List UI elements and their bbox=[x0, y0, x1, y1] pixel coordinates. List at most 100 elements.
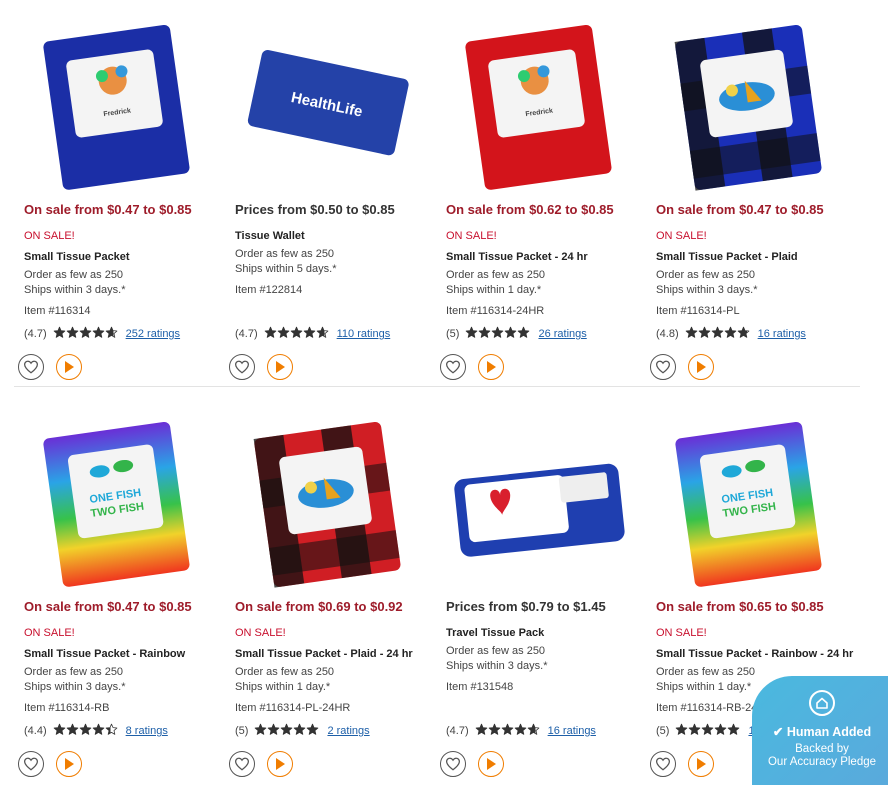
min-order: Order as few as 250 bbox=[24, 269, 124, 281]
product-price: On sale from $0.47 to $0.85 bbox=[24, 202, 192, 217]
star-icon bbox=[714, 723, 727, 739]
product-card[interactable]: ONE FISH TWO FISH On sale from $0.47 to $0… bbox=[18, 397, 224, 785]
rating-score: (4.7) bbox=[446, 725, 469, 737]
ratings-link[interactable]: 8 ratings bbox=[126, 725, 168, 737]
product-card[interactable]: Fredrick On sale from $0.47 to $0.85 ON SA… bbox=[18, 0, 224, 397]
heart-icon bbox=[655, 360, 671, 374]
quick-view-button[interactable] bbox=[478, 354, 504, 380]
favorite-button[interactable] bbox=[440, 751, 466, 777]
product-price: On sale from $0.65 to $0.85 bbox=[656, 599, 824, 614]
rating-score: (5) bbox=[235, 725, 249, 737]
favorite-button[interactable] bbox=[18, 751, 44, 777]
heart-icon bbox=[23, 360, 39, 374]
ratings-link[interactable]: 110 ratings bbox=[337, 328, 391, 340]
product-rating: (4.4) 8 ratings bbox=[24, 723, 168, 739]
product-image[interactable]: HealthLife bbox=[235, 14, 425, 194]
product-meta: ON SALE! Small Tissue Packet - 24 hr Order… bbox=[446, 229, 588, 319]
star-icon bbox=[66, 326, 79, 342]
product-card[interactable]: Prices from $0.79 to $1.45 Travel Tissue … bbox=[440, 397, 646, 785]
play-icon bbox=[697, 758, 706, 770]
product-image[interactable]: ONE FISH TWO FISH bbox=[24, 411, 214, 591]
star-icon bbox=[488, 723, 501, 739]
ship-time: Ships within 1 day.* bbox=[446, 284, 542, 296]
favorite-button[interactable] bbox=[650, 354, 676, 380]
product-rating: (4.7) 252 ratings bbox=[24, 326, 180, 342]
product-price: Prices from $0.79 to $1.45 bbox=[446, 599, 606, 614]
quick-view-button[interactable] bbox=[478, 751, 504, 777]
heart-icon bbox=[234, 360, 250, 374]
on-sale-badge: ON SALE! bbox=[24, 627, 75, 639]
product-rating: (4.7) 16 ratings bbox=[446, 723, 596, 739]
star-icon bbox=[92, 723, 105, 739]
star-icon bbox=[698, 326, 711, 342]
quick-view-button[interactable] bbox=[688, 751, 714, 777]
ratings-link[interactable]: 16 ratings bbox=[758, 328, 806, 340]
product-name[interactable]: Small Tissue Packet - Plaid - 24 hr bbox=[235, 647, 413, 662]
badge-title: ✔ Human Added bbox=[752, 724, 888, 739]
rating-score: (4.7) bbox=[24, 328, 47, 340]
quick-view-button[interactable] bbox=[56, 751, 82, 777]
heart-icon bbox=[234, 757, 250, 771]
rating-score: (5) bbox=[446, 328, 460, 340]
product-name[interactable]: Small Tissue Packet bbox=[24, 250, 130, 265]
product-image[interactable]: Fredrick bbox=[446, 14, 636, 194]
play-icon bbox=[276, 758, 285, 770]
ratings-link[interactable]: 26 ratings bbox=[538, 328, 586, 340]
card-actions bbox=[650, 354, 714, 380]
star-icon bbox=[105, 326, 118, 342]
min-order: Order as few as 250 bbox=[235, 666, 335, 678]
star-icon bbox=[688, 723, 701, 739]
product-name[interactable]: Small Tissue Packet - Rainbow bbox=[24, 647, 185, 662]
star-icon bbox=[264, 326, 277, 342]
quick-view-button[interactable] bbox=[267, 354, 293, 380]
product-name[interactable]: Travel Tissue Pack bbox=[446, 626, 548, 641]
star-icon bbox=[737, 326, 750, 342]
min-order: Order as few as 250 bbox=[446, 645, 546, 657]
product-image[interactable]: ONE FISH TWO FISH bbox=[656, 411, 846, 591]
min-order: Order as few as 250 bbox=[656, 269, 756, 281]
product-name[interactable]: Small Tissue Packet - 24 hr bbox=[446, 250, 588, 265]
quick-view-button[interactable] bbox=[688, 354, 714, 380]
product-card[interactable]: HealthLife Prices from $0.50 to $0.85 Tiss… bbox=[229, 0, 435, 397]
ship-time: Ships within 5 days.* bbox=[235, 263, 337, 275]
star-rating bbox=[53, 723, 118, 739]
ratings-link[interactable]: 16 ratings bbox=[548, 725, 596, 737]
rating-score: (5) bbox=[656, 725, 670, 737]
star-icon bbox=[280, 723, 293, 739]
star-icon bbox=[701, 723, 714, 739]
star-icon bbox=[79, 326, 92, 342]
favorite-button[interactable] bbox=[229, 751, 255, 777]
product-name[interactable]: Small Tissue Packet - Rainbow - 24 hr bbox=[656, 647, 853, 662]
quick-view-button[interactable] bbox=[56, 354, 82, 380]
quick-view-button[interactable] bbox=[267, 751, 293, 777]
product-name[interactable]: Tissue Wallet bbox=[235, 229, 337, 244]
product-image[interactable] bbox=[656, 14, 846, 194]
product-name[interactable]: Small Tissue Packet - Plaid bbox=[656, 250, 798, 265]
badge-subtitle-2: Our Accuracy Pledge bbox=[767, 756, 877, 768]
item-number: Item #131548 bbox=[446, 681, 514, 693]
product-image[interactable] bbox=[235, 411, 425, 591]
play-icon bbox=[697, 361, 706, 373]
favorite-button[interactable] bbox=[650, 751, 676, 777]
star-icon bbox=[465, 326, 478, 342]
favorite-button[interactable] bbox=[229, 354, 255, 380]
product-image[interactable] bbox=[446, 411, 636, 591]
product-price: On sale from $0.62 to $0.85 bbox=[446, 202, 614, 217]
human-added-badge[interactable]: ✔ Human Added Backed by Our Accuracy Ple… bbox=[752, 676, 888, 785]
star-rating bbox=[675, 723, 740, 739]
product-card[interactable]: On sale from $0.69 to $0.92 ON SALE! Small… bbox=[229, 397, 435, 785]
ratings-link[interactable]: 252 ratings bbox=[126, 328, 180, 340]
product-meta: ON SALE! Small Tissue Packet - Plaid - 24… bbox=[235, 626, 413, 716]
product-rating: (5) 2 ratings bbox=[235, 723, 370, 739]
rating-score: (4.8) bbox=[656, 328, 679, 340]
product-image[interactable]: Fredrick bbox=[24, 14, 214, 194]
star-icon bbox=[290, 326, 303, 342]
favorite-button[interactable] bbox=[440, 354, 466, 380]
ratings-link[interactable]: 2 ratings bbox=[327, 725, 369, 737]
product-card[interactable]: Fredrick On sale from $0.62 to $0.85 ON SA… bbox=[440, 0, 646, 397]
star-icon bbox=[517, 326, 530, 342]
favorite-button[interactable] bbox=[18, 354, 44, 380]
product-card[interactable]: On sale from $0.47 to $0.85 ON SALE! Small… bbox=[650, 0, 856, 397]
ship-time: Ships within 3 days.* bbox=[24, 681, 126, 693]
star-rating bbox=[53, 326, 118, 342]
